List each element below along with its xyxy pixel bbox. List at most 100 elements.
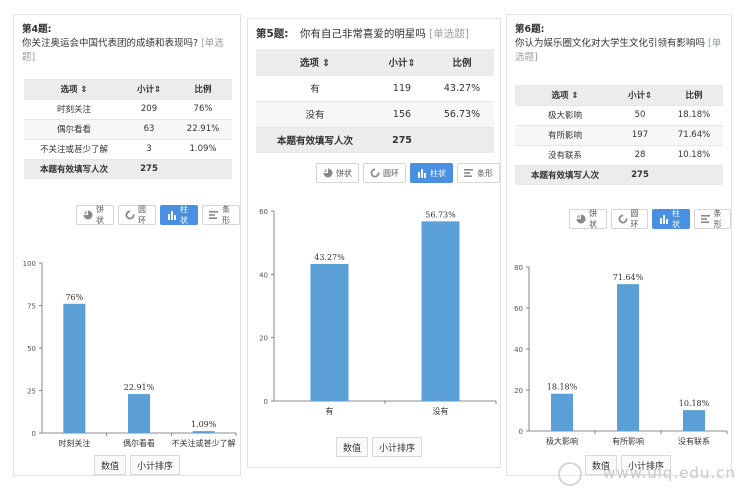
chart-type-pie-button[interactable]: 饼状 <box>316 163 359 183</box>
question-header: 第4题: 你关注奥运会中国代表团的成绩和表现吗? [单选题] <box>22 23 234 65</box>
chart-type-donut-button[interactable]: 圆环 <box>363 163 406 183</box>
stats-table: 选项 ⇕ 小计⇕ 比例 极大影响 50 18.18% 有所影响 197 71.64% 没… <box>515 85 723 185</box>
chart-type-label: 条形 <box>222 205 230 225</box>
chart-type-bar-chart-button[interactable]: 柱状 <box>410 163 453 183</box>
row-ratio: 76% <box>174 98 232 119</box>
y-tick-label: 20 <box>259 335 268 343</box>
bar-chart-icon <box>659 214 669 224</box>
col-count-header[interactable]: 小计⇕ <box>124 79 174 99</box>
values-button[interactable]: 数值 <box>94 455 127 475</box>
donut-icon <box>125 210 135 220</box>
chart-type-label: 柱状 <box>672 209 680 229</box>
chart-type-bar-chart-button[interactable]: 柱状 <box>652 209 690 229</box>
bar <box>192 431 215 433</box>
row-ratio: 56.73% <box>430 100 494 127</box>
x-tick-label: 没有 <box>433 406 449 416</box>
data-label: 71.64% <box>613 273 644 282</box>
row-count: 209 <box>124 98 174 119</box>
data-label: 56.73% <box>425 210 456 219</box>
chart-type-donut-button[interactable]: 圆环 <box>118 205 156 225</box>
data-label: 1.09% <box>191 420 217 429</box>
bar <box>551 393 573 431</box>
col-option-header[interactable]: 选项 ⇕ <box>24 79 124 99</box>
col-ratio-header: 比例 <box>430 49 494 75</box>
chart-type-label: 条形 <box>713 209 722 229</box>
y-tick-label: 25 <box>27 388 36 396</box>
chart-type-donut-button[interactable]: 圆环 <box>610 209 648 229</box>
chart-type-label: 饼状 <box>589 209 597 229</box>
chart-type-buttons: 饼状 圆环 柱状 条形 <box>76 205 240 225</box>
col-count-header[interactable]: 小计⇕ <box>615 85 665 105</box>
question-4-panel: 第4题: 你关注奥运会中国代表团的成绩和表现吗? [单选题] 选项 ⇕ 小计⇕ … <box>13 14 241 476</box>
row-option: 不关注或甚少了解 <box>24 138 124 159</box>
row-count: 156 <box>374 100 430 127</box>
question-5-panel: 第5题: 你有自己非常喜爱的明星吗 [单选题] 选项 ⇕ 小计⇕ 比例 有 119… <box>247 18 501 468</box>
y-tick-label: 60 <box>259 208 268 216</box>
row-count: 50 <box>615 104 665 125</box>
question-text: 你认为娱乐圈文化对大学生文化引领有影响吗 <box>515 38 706 49</box>
chart-type-label: 条形 <box>477 168 493 178</box>
row-ratio: 10.18% <box>665 144 723 165</box>
sort-button[interactable]: 小计排序 <box>130 455 181 475</box>
data-label: 22.91% <box>124 383 155 392</box>
total-count: 275 <box>615 164 665 185</box>
chart-type-pie-button[interactable]: 饼状 <box>76 205 114 225</box>
col-count-header[interactable]: 小计⇕ <box>374 49 430 75</box>
row-count: 3 <box>124 138 174 159</box>
pie-icon <box>83 210 93 220</box>
bar <box>683 410 705 431</box>
chart-options: 数值 小计排序 <box>336 437 423 457</box>
total-count: 275 <box>374 126 430 153</box>
question-header: 第5题: 你有自己非常喜爱的明星吗 [单选题] <box>256 27 494 41</box>
question-text: 你有自己非常喜爱的明星吗 <box>299 28 426 40</box>
data-label: 18.18% <box>547 383 578 392</box>
chart-type-bar-horizontal-button[interactable]: 条形 <box>693 209 731 229</box>
chart-type-label: 圆环 <box>138 205 146 225</box>
stats-table: 选项 ⇕ 小计⇕ 比例 时刻关注 209 76% 偶尔看看 63 22.91% 不关注或… <box>24 79 232 179</box>
bar-chart: 0 20 40 60 80 18.18% 极大影响 71.64% 有所影响 10.18% 没有联系 <box>514 264 728 446</box>
question-number: 第5题: <box>256 28 289 40</box>
chart-type-label: 圆环 <box>383 168 399 178</box>
chart-type-bar-chart-button[interactable]: 柱状 <box>160 205 198 225</box>
bar <box>128 394 150 433</box>
chart-type-bar-horizontal-button[interactable]: 条形 <box>202 205 240 225</box>
row-option: 时刻关注 <box>24 98 124 119</box>
chart-type-label: 饼状 <box>336 168 352 178</box>
pie-icon <box>323 168 333 178</box>
sort-button[interactable]: 小计排序 <box>372 437 423 457</box>
bar <box>617 284 639 431</box>
row-ratio: 18.18% <box>665 104 723 125</box>
bar-chart: 0 25 50 75 100 76% 时刻关注 22.91% 偶尔看看 1.09% 不关注或甚少了解 <box>23 260 237 448</box>
col-option-header[interactable]: 选项 ⇕ <box>256 49 374 75</box>
x-tick-label: 时刻关注 <box>58 438 90 448</box>
values-button[interactable]: 数值 <box>336 437 369 457</box>
y-tick-label: 80 <box>514 264 523 272</box>
bar-chart: 0 20 40 60 43.27% 有 56.73% 没有 <box>259 208 497 416</box>
data-label: 76% <box>65 293 83 302</box>
col-ratio-header: 比例 <box>665 85 723 105</box>
chart-type-bar-horizontal-button[interactable]: 条形 <box>457 163 500 183</box>
x-tick-label: 有 <box>326 406 334 416</box>
col-option-header[interactable]: 选项 ⇕ <box>515 85 615 105</box>
total-label: 本题有效填写人次 <box>515 164 615 185</box>
y-tick-label: 40 <box>514 346 523 354</box>
row-option: 没有联系 <box>515 144 615 165</box>
row-option: 有 <box>256 74 374 101</box>
bar <box>310 263 349 401</box>
x-tick-label: 有所影响 <box>612 436 644 446</box>
row-option: 偶尔看看 <box>24 118 124 139</box>
row-ratio: 1.09% <box>174 138 232 159</box>
x-tick-label: 没有联系 <box>678 436 710 446</box>
bar-chart-icon <box>167 210 177 220</box>
bar <box>63 303 86 433</box>
question-number: 第4题: <box>22 24 52 35</box>
data-label: 10.18% <box>679 399 710 408</box>
chart-type-label: 柱状 <box>430 168 446 178</box>
chart-type-buttons: 饼状 圆环 柱状 条形 <box>316 163 500 183</box>
x-tick-label: 不关注或甚少了解 <box>172 438 236 448</box>
bar-horizontal-icon <box>464 168 474 178</box>
y-tick-label: 0 <box>519 428 523 436</box>
row-count: 28 <box>615 144 665 165</box>
chart-type-pie-button[interactable]: 饼状 <box>569 209 607 229</box>
y-tick-label: 60 <box>514 305 523 313</box>
